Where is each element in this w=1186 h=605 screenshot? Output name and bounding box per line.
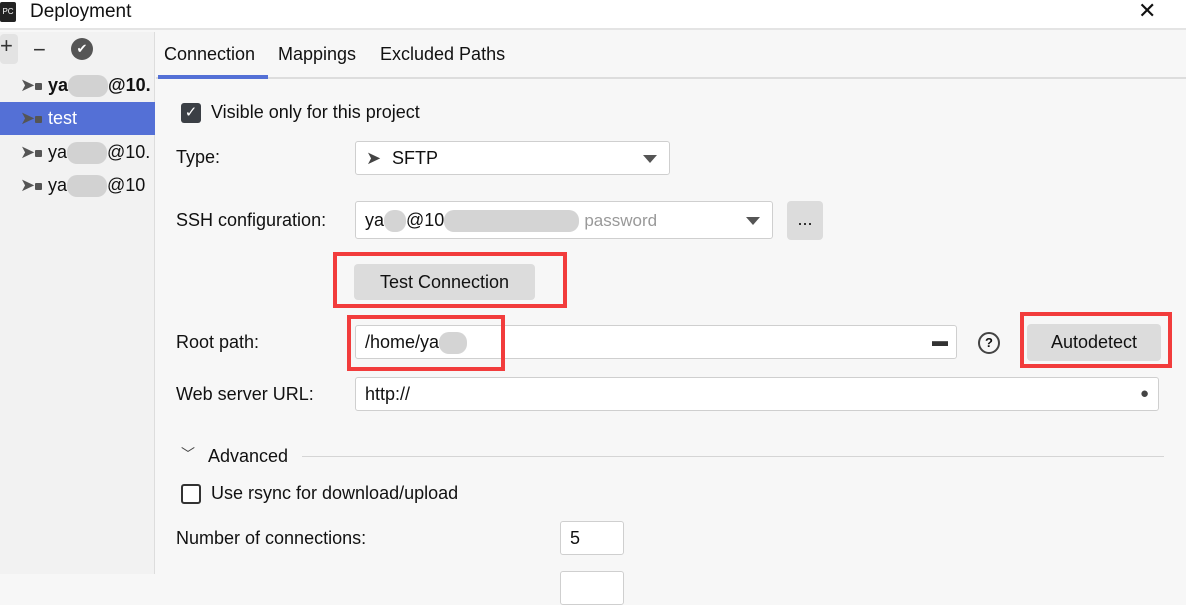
chevron-down-icon[interactable]: ﹀ <box>181 444 195 464</box>
ssh-config-more-button[interactable]: ... <box>787 201 823 240</box>
advanced-section-toggle[interactable]: Advanced <box>208 446 288 467</box>
globe-icon[interactable]: ● <box>1140 378 1149 410</box>
test-connection-button[interactable]: Test Connection <box>354 264 535 300</box>
section-divider <box>302 456 1164 457</box>
tab-divider <box>156 77 1186 79</box>
server-item[interactable]: ➤ ya @10. <box>0 69 155 102</box>
ssh-auth-hint: password <box>584 211 658 230</box>
remove-icon[interactable]: − <box>33 38 46 62</box>
help-icon[interactable]: ? <box>978 332 1000 354</box>
chevron-down-icon <box>643 155 657 163</box>
tab-mappings[interactable]: Mappings <box>278 44 356 65</box>
sftp-icon: ➤ <box>20 175 36 195</box>
visible-only-checkbox[interactable]: ✓ <box>181 103 201 123</box>
default-server-icon[interactable]: ✔ <box>71 38 93 60</box>
ssh-config-label: SSH configuration: <box>176 210 327 230</box>
sftp-icon: ➤ <box>20 108 36 128</box>
rsync-checkbox[interactable] <box>181 484 201 504</box>
server-item[interactable]: ➤ ya @10 <box>0 169 155 202</box>
folder-icon[interactable]: ▬ <box>932 326 948 358</box>
connections-label: Number of connections: <box>176 528 367 548</box>
server-list-panel: + − ✔ ➤ ya @10. ➤ test ➤ ya @10. ➤ ya @10 <box>0 32 155 574</box>
sftp-icon: ➤ <box>20 75 36 95</box>
close-icon[interactable]: ✕ <box>1138 0 1156 22</box>
title-bar: PC Deployment ✕ <box>0 0 1186 30</box>
web-url-label: Web server URL: <box>176 384 314 404</box>
sftp-icon: ➤ <box>366 148 382 168</box>
rsync-label: Use rsync for download/upload <box>211 483 459 503</box>
add-icon[interactable]: + <box>0 34 18 64</box>
connections-input[interactable]: 5 <box>560 521 624 555</box>
sftp-icon: ➤ <box>20 142 36 162</box>
server-item[interactable]: ➤ ya @10. <box>0 136 155 169</box>
chevron-down-icon <box>746 217 760 225</box>
ssh-config-select[interactable]: ya @10 password <box>355 201 773 239</box>
type-select[interactable]: ➤ SFTP <box>355 141 670 175</box>
visible-only-label: Visible only for this project <box>211 102 420 122</box>
type-label: Type: <box>176 147 221 167</box>
app-icon: PC <box>0 2 16 22</box>
autodetect-button[interactable]: Autodetect <box>1027 324 1161 361</box>
web-url-input[interactable]: http:// ● <box>355 377 1159 411</box>
tab-connection[interactable]: Connection <box>164 44 255 65</box>
next-input[interactable] <box>560 571 624 605</box>
tab-excluded-paths[interactable]: Excluded Paths <box>380 44 505 65</box>
active-tab-indicator <box>158 75 268 79</box>
root-path-label: Root path: <box>176 332 260 352</box>
window-title: Deployment <box>30 1 132 22</box>
server-item-test[interactable]: ➤ test <box>0 102 155 135</box>
highlight-box <box>347 315 505 371</box>
